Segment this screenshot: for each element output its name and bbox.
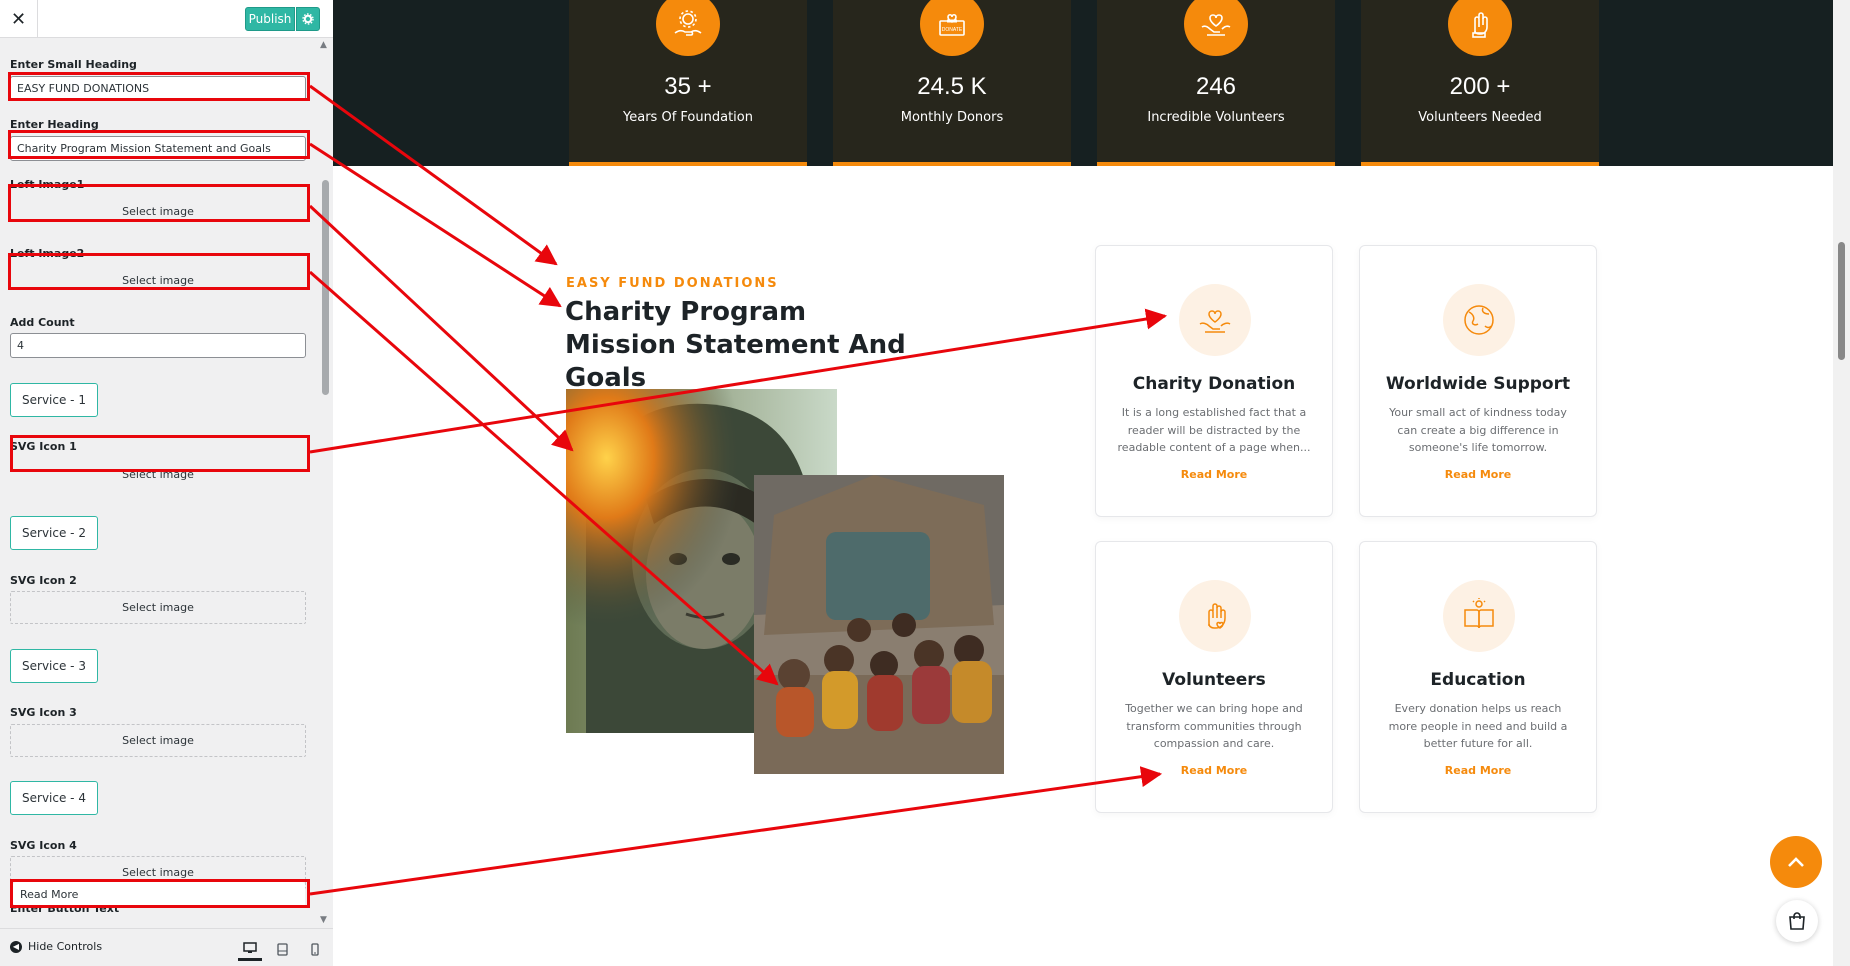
- service-2-button[interactable]: Service - 2: [10, 516, 98, 550]
- cart-button[interactable]: [1776, 900, 1818, 942]
- stat-label: Volunteers Needed: [1418, 110, 1542, 125]
- stat-label: Monthly Donors: [900, 110, 1004, 125]
- scroll-up-arrow-icon[interactable]: ▲: [320, 40, 327, 50]
- svg-icon-1-label: SVG Icon 1: [10, 440, 77, 453]
- collapse-arrow-icon: ◀: [10, 940, 22, 953]
- stat-card: 35 + Years Of Foundation: [569, 0, 807, 166]
- svg-icon-1-select[interactable]: Select image: [10, 458, 306, 491]
- stat-number: 24.5 K: [917, 73, 987, 100]
- stat-label: Years Of Foundation: [623, 110, 753, 125]
- stats-band: 35 + Years Of Foundation DONATE 24.5 K M…: [333, 0, 1833, 166]
- mobile-icon[interactable]: [303, 937, 327, 961]
- preview-scroll-thumb[interactable]: [1838, 242, 1845, 360]
- tablet-icon[interactable]: [270, 937, 294, 961]
- read-more-link[interactable]: Read More: [1360, 764, 1596, 777]
- card-text: Your small act of kindness today can cre…: [1389, 406, 1567, 454]
- sidebar-scrollbar[interactable]: [318, 38, 333, 928]
- read-more-link[interactable]: Read More: [1360, 468, 1596, 481]
- site-preview: 35 + Years Of Foundation DONATE 24.5 K M…: [333, 0, 1850, 966]
- card-title: Education: [1430, 670, 1526, 690]
- svg-icon-2-select[interactable]: Select image: [10, 591, 306, 624]
- small-heading-label: Enter Small Heading: [10, 58, 137, 71]
- service-card-charity-donation: Charity Donation It is a long establishe…: [1095, 245, 1333, 517]
- add-count-label: Add Count: [10, 316, 75, 329]
- shopping-bag-icon: [1789, 912, 1805, 930]
- customizer-sidebar: ✕ Publish Enter Small Heading EASY FUND …: [0, 0, 333, 966]
- card-title: Volunteers: [1162, 670, 1266, 690]
- left-image-2: [754, 475, 1004, 774]
- left-image2-select[interactable]: Select image: [10, 264, 306, 297]
- sidebar-footer: ◀ Hide Controls: [0, 928, 333, 966]
- chevron-up-icon: [1788, 857, 1804, 867]
- hide-controls-button[interactable]: ◀ Hide Controls: [10, 940, 102, 953]
- service-card-worldwide-support: Worldwide Support Your small act of kind…: [1359, 245, 1597, 517]
- svg-text:DONATE: DONATE: [942, 27, 963, 33]
- sidebar-controls: Enter Small Heading EASY FUND DONATIONS …: [0, 38, 333, 928]
- left-image1-select[interactable]: Select image: [10, 195, 306, 228]
- open-book-icon: [1443, 580, 1515, 652]
- read-more-link[interactable]: Read More: [1096, 468, 1332, 481]
- globe-icon: [1443, 284, 1515, 356]
- card-title: Worldwide Support: [1385, 374, 1571, 394]
- card-title: Charity Donation: [1132, 374, 1296, 394]
- read-more-link[interactable]: Read More: [1096, 764, 1332, 777]
- volunteer-hand-icon: [1448, 0, 1512, 56]
- raised-hand-heart-icon: [1179, 580, 1251, 652]
- stat-number: 246: [1195, 73, 1237, 100]
- gear-icon[interactable]: [296, 7, 320, 31]
- stat-card: 246 Incredible Volunteers: [1097, 0, 1335, 166]
- heading-input[interactable]: Charity Program Mission Statement and Go…: [10, 136, 306, 161]
- svg-icon-3-select[interactable]: Select image: [10, 724, 306, 757]
- svg-icon-4-label: SVG Icon 4: [10, 839, 77, 852]
- service-card-volunteers: Volunteers Together we can bring hope an…: [1095, 541, 1333, 813]
- close-button[interactable]: ✕: [0, 0, 38, 38]
- sidebar-header: ✕ Publish: [0, 0, 333, 38]
- donate-box-icon: DONATE: [920, 0, 984, 56]
- sidebar-scroll-thumb[interactable]: [322, 180, 329, 395]
- section-small-heading: EASY FUND DONATIONS: [566, 276, 779, 291]
- scroll-to-top-button[interactable]: [1770, 836, 1822, 888]
- svg-icon-3-label: SVG Icon 3: [10, 706, 77, 719]
- desktop-icon[interactable]: [238, 937, 262, 961]
- hide-controls-label: Hide Controls: [28, 940, 103, 953]
- service-4-button[interactable]: Service - 4: [10, 781, 98, 815]
- add-count-input[interactable]: 4: [10, 333, 306, 358]
- publish-button[interactable]: Publish: [245, 7, 295, 31]
- service-3-button[interactable]: Service - 3: [10, 649, 98, 683]
- heart-hands-icon: [1184, 0, 1248, 56]
- small-heading-input[interactable]: EASY FUND DONATIONS: [10, 76, 306, 101]
- service-1-button[interactable]: Service - 1: [10, 383, 98, 417]
- button-text-input[interactable]: Read More: [13, 882, 305, 907]
- section-heading: Charity Program Mission Statement And Go…: [565, 297, 906, 393]
- preview-scrollbar[interactable]: [1833, 0, 1850, 966]
- stat-label: Incredible Volunteers: [1147, 110, 1285, 125]
- heading-label: Enter Heading: [10, 118, 99, 131]
- hands-gear-icon: [656, 0, 720, 56]
- card-text: Every donation helps us reach more peopl…: [1388, 702, 1568, 750]
- charity-hands-icon: [1179, 284, 1251, 356]
- card-text: It is a long established fact that a rea…: [1117, 406, 1311, 454]
- scroll-down-arrow-icon[interactable]: ▼: [320, 915, 327, 925]
- stat-card: DONATE 24.5 K Monthly Donors: [833, 0, 1071, 166]
- stat-number: 200 +: [1449, 73, 1511, 100]
- left-image2-label: Left Image2: [10, 247, 85, 260]
- stat-number: 35 +: [664, 73, 712, 100]
- left-image1-label: Left Image1: [10, 178, 85, 191]
- card-text: Together we can bring hope and transform…: [1125, 702, 1303, 750]
- svg-icon-2-label: SVG Icon 2: [10, 574, 77, 587]
- stat-card: 200 + Volunteers Needed: [1361, 0, 1599, 166]
- service-card-education: Education Every donation helps us reach …: [1359, 541, 1597, 813]
